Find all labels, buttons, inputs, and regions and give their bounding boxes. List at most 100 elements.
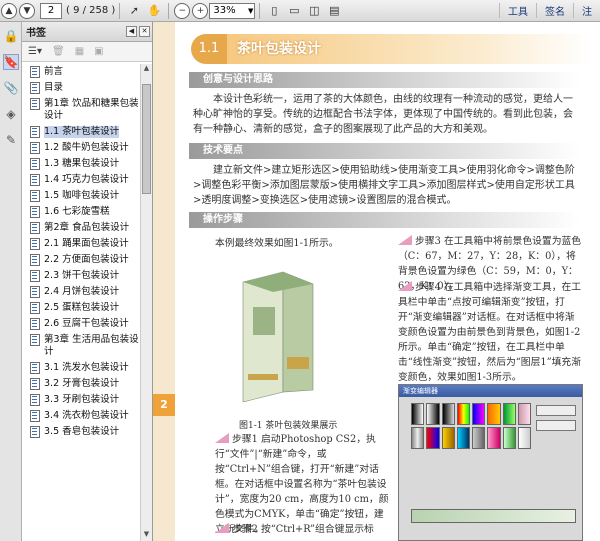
bookmark-item[interactable]: 1.6 七彩旋雪糕: [22, 204, 140, 220]
delete-icon[interactable]: 🗑: [52, 46, 65, 57]
bookmark-item[interactable]: 2.5 蛋糕包装设计: [22, 300, 140, 316]
bookmark-label: 第3章 生活用品包装设计: [44, 334, 139, 357]
bookmark-item[interactable]: 3.1 洗发水包装设计: [22, 360, 140, 376]
bookmark-item[interactable]: 第1章 饮品和糖果包装设计: [22, 96, 140, 124]
bookmark-page-icon: [30, 334, 40, 346]
continuous-icon[interactable]: ▤: [325, 2, 343, 20]
step-2: 步骤2 按“Ctrl+R”组合键显示标: [215, 522, 390, 537]
bookmark-page-icon: [30, 190, 40, 202]
previous-page-icon[interactable]: ▲: [1, 2, 17, 19]
close-icon[interactable]: ✕: [139, 26, 150, 37]
two-page-icon[interactable]: ◫: [305, 2, 323, 20]
bookmark-label: 3.2 牙膏包装设计: [44, 378, 120, 389]
bookmark-item[interactable]: 3.3 牙刷包装设计: [22, 392, 140, 408]
step-1-text: 步骤1 启动Photoshop CS2，执行“文件”|“新建”命令，或按“Ctr…: [215, 434, 389, 535]
paragraph: 本设计色彩统一，运用了茶的大体颜色，由线的纹理有一种流动的感觉，更给人一种心旷神…: [193, 94, 573, 135]
bookmark-label: 2.4 月饼包装设计: [44, 286, 120, 297]
bookmark-list: 前言目录第1章 饮品和糖果包装设计 1.1 茶叶包装设计 1.2 酸牛奶包装设计 1.…: [22, 64, 140, 541]
options-menu-icon[interactable]: ☰▾: [28, 46, 42, 57]
step-marker-icon: [398, 235, 412, 245]
bookmark-label: 3.1 洗发水包装设计: [44, 362, 129, 373]
bookmark-label: 3.4 洗衣粉包装设计: [44, 410, 129, 421]
bookmark-item[interactable]: 1.4 巧克力包装设计: [22, 172, 140, 188]
bookmark-label: 1.2 酸牛奶包装设计: [44, 142, 129, 153]
bookmark-item[interactable]: 1.3 糖果包装设计: [22, 156, 140, 172]
bookmark-item[interactable]: 2.4 月饼包装设计: [22, 284, 140, 300]
bookmark-item[interactable]: 1.1 茶叶包装设计: [22, 124, 140, 140]
bookmark-label: 2.3 饼干包装设计: [44, 270, 120, 281]
bookmark-page-icon: [30, 426, 40, 438]
zoom-select[interactable]: 33% ▼: [209, 2, 256, 19]
bookmark-label: 2.6 豆腐干包装设计: [44, 318, 129, 329]
expand-icon[interactable]: ▣: [94, 46, 103, 57]
gradient-presets: [411, 403, 531, 449]
bookmark-label: 1.3 糖果包装设计: [44, 158, 120, 169]
zoom-out-icon[interactable]: −: [174, 2, 191, 19]
lock-icon[interactable]: 🔒: [3, 28, 19, 44]
panel-title: 书签: [26, 28, 46, 39]
new-bookmark-icon[interactable]: ▦: [75, 46, 84, 57]
bookmark-label: 3.3 牙刷包装设计: [44, 394, 120, 405]
bookmark-label: 目录: [44, 82, 64, 93]
dialog-title: 渐变编辑器: [399, 385, 582, 397]
bookmark-item[interactable]: 2.2 方便面包装设计: [22, 252, 140, 268]
bookmark-item[interactable]: 1.2 酸牛奶包装设计: [22, 140, 140, 156]
bookmark-label: 2.1 踊果面包装设计: [44, 238, 129, 249]
bookmark-item[interactable]: 1.5 咖啡包装设计: [22, 188, 140, 204]
gradient-editor-figure: 渐变编辑器: [398, 384, 583, 541]
tools-menu[interactable]: 工具: [499, 3, 536, 18]
bookmark-label: 1.5 咖啡包装设计: [44, 190, 120, 201]
chapter-header: 1.1 茶叶包装设计: [191, 34, 591, 64]
fit-page-icon[interactable]: ▭: [285, 2, 303, 20]
layers-icon[interactable]: ◈: [3, 106, 19, 122]
signature-icon[interactable]: ✎: [3, 132, 19, 148]
next-page-icon[interactable]: ▼: [19, 2, 35, 19]
chapter-title: 茶叶包装设计: [227, 34, 591, 64]
bookmark-item[interactable]: 前言: [22, 64, 140, 80]
bookmark-item[interactable]: 第3章 生活用品包装设计: [22, 332, 140, 360]
scroll-up-icon[interactable]: ▲: [141, 64, 152, 75]
bookmark-item[interactable]: 2.6 豆腐干包装设计: [22, 316, 140, 332]
bookmark-item[interactable]: 3.2 牙膏包装设计: [22, 376, 140, 392]
bookmark-item[interactable]: 2.1 踊果面包装设计: [22, 236, 140, 252]
page-number-input[interactable]: 2: [40, 2, 62, 19]
panel-tools: ☰▾ 🗑 ▦ ▣: [22, 42, 152, 62]
bookmark-page-icon: [30, 98, 40, 110]
collapse-icon[interactable]: ◀: [126, 26, 137, 37]
bookmark-label: 1.6 七彩旋雪糕: [44, 206, 110, 217]
attachment-icon[interactable]: 📎: [3, 80, 19, 96]
bookmark-item[interactable]: 3.5 香皂包装设计: [22, 424, 140, 440]
scroll-down-icon[interactable]: ▼: [141, 530, 152, 541]
bookmark-page-icon: [30, 206, 40, 218]
bookmark-item[interactable]: 第2章 食品包装设计: [22, 220, 140, 236]
comment-menu[interactable]: 注: [573, 3, 600, 18]
bookmark-page-icon: [30, 254, 40, 266]
bookmark-item[interactable]: 2.3 饼干包装设计: [22, 268, 140, 284]
bookmark-page-icon: [30, 302, 40, 314]
toolbar: ▲ ▼ 2 ( 9 / 258 ) ➚ ✋ − + 33% ▼ ▯ ▭ ◫ ▤ 工…: [0, 0, 600, 22]
section-heading: 操作步骤: [189, 212, 580, 228]
figure-caption: 图1-1 茶叶包装效果展示: [239, 421, 338, 431]
navigation-rail: 🔒 🔖 📎 ◈ ✎: [0, 22, 22, 541]
hand-tool-icon[interactable]: ✋: [145, 2, 163, 20]
bookmark-icon[interactable]: 🔖: [3, 54, 19, 70]
bookmark-scrollbar[interactable]: ▲ ▼: [140, 64, 152, 541]
step-marker-icon: [215, 523, 229, 533]
scroll-thumb[interactable]: [142, 84, 151, 194]
zoom-value: 33%: [213, 4, 236, 16]
select-cursor-icon[interactable]: ➚: [125, 2, 143, 20]
sign-menu[interactable]: 签名: [536, 3, 573, 18]
page-count: ( 9 / 258 ): [66, 5, 116, 16]
step-4-text: 步骤4 在工具箱中选择渐变工具，在工具栏中单击“点按可编辑渐变”按钮，打开“渐变…: [398, 282, 582, 383]
chevron-down-icon: ▼: [247, 6, 254, 15]
bookmark-label: 第1章 饮品和糖果包装设计: [44, 98, 139, 121]
panel-header: 书签 ◀ ✕: [22, 22, 152, 42]
bookmark-item[interactable]: 目录: [22, 80, 140, 96]
section-heading: 创意与设计思路: [189, 72, 580, 88]
single-page-icon[interactable]: ▯: [265, 2, 283, 20]
zoom-in-icon[interactable]: +: [192, 2, 209, 19]
bookmark-item[interactable]: 3.4 洗衣粉包装设计: [22, 408, 140, 424]
bookmark-label: 2.5 蛋糕包装设计: [44, 302, 120, 313]
intro-text: 本例最终效果如图1-1所示。: [215, 238, 339, 249]
bookmark-page-icon: [30, 238, 40, 250]
